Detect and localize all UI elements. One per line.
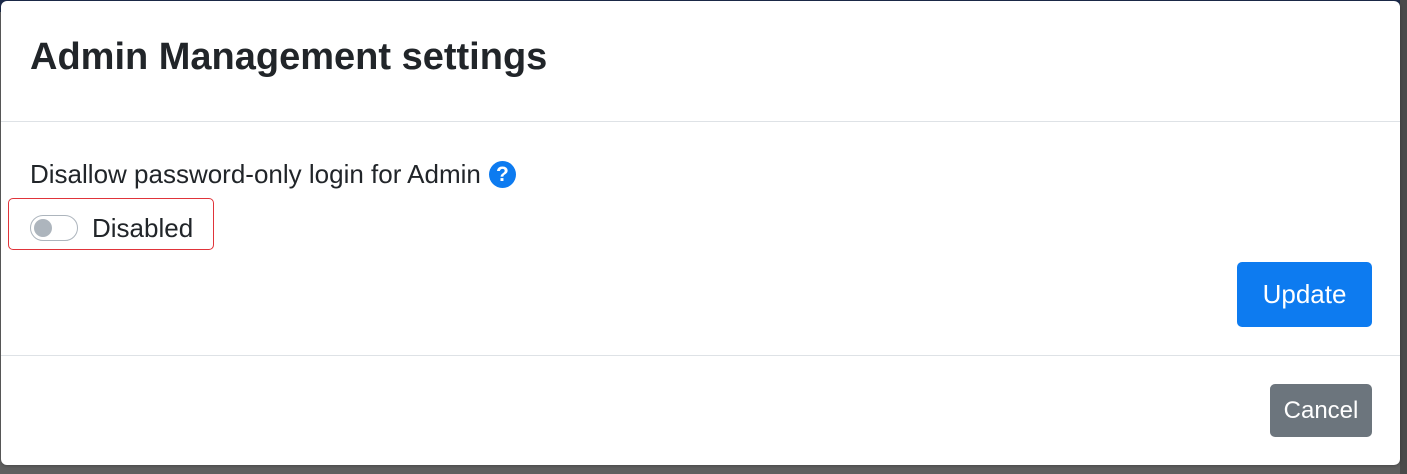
modal-header: Admin Management settings [1, 1, 1400, 122]
footer-divider [1, 355, 1400, 356]
toggle-row: Disabled [30, 210, 193, 246]
toggle-knob [34, 218, 52, 237]
settings-modal: Admin Management settings Disallow passw… [1, 1, 1400, 465]
backdrop-side-strip [1400, 0, 1407, 474]
update-button[interactable]: Update [1237, 262, 1372, 327]
modal-title: Admin Management settings [30, 36, 548, 78]
password-only-login-toggle[interactable] [30, 215, 78, 241]
setting-row-password-only-login: Disallow password-only login for Admin ? [30, 156, 516, 192]
cancel-button[interactable]: Cancel [1270, 384, 1372, 437]
question-circle-icon[interactable]: ? [488, 160, 516, 188]
setting-label: Disallow password-only login for Admin [30, 158, 481, 189]
toggle-state-label: Disabled [92, 212, 194, 243]
